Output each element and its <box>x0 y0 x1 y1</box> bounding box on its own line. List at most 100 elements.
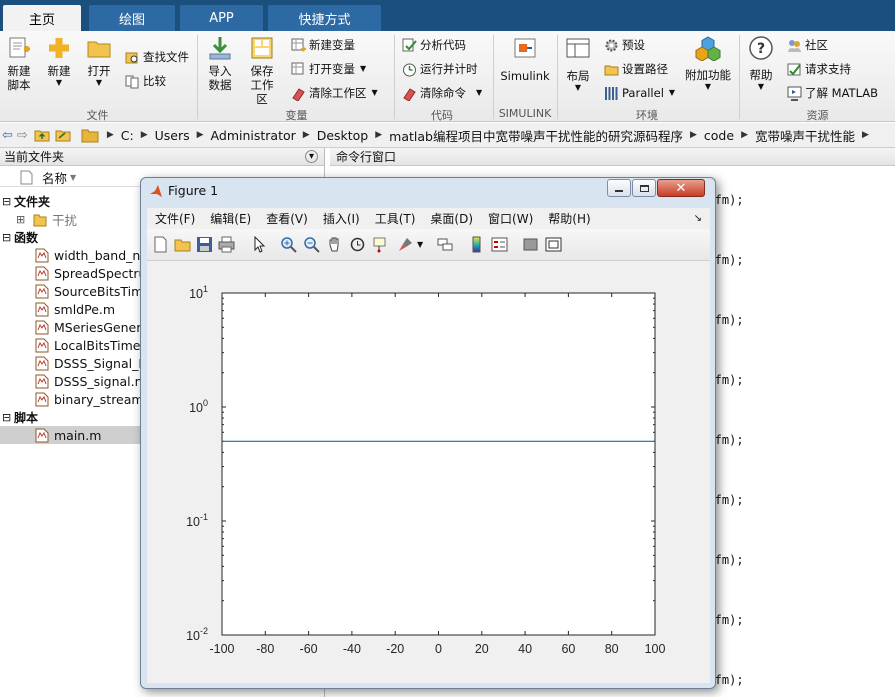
script-section-header[interactable]: ⊟ 脚本 <box>2 408 38 426</box>
list-item[interactable]: SourceBitsTime <box>35 282 151 300</box>
pan-hand-icon[interactable] <box>326 236 343 253</box>
menu-insert[interactable]: 插入(I) <box>323 210 360 227</box>
back-arrow-icon[interactable]: ⇦ <box>2 128 13 143</box>
print-icon[interactable] <box>218 236 235 253</box>
link-plot-icon[interactable] <box>437 236 454 253</box>
breadcrumb-drive[interactable]: C: <box>121 128 134 143</box>
menu-edit[interactable]: 编辑(E) <box>210 210 251 227</box>
clear-commands-button[interactable]: 清除命令 ▼ <box>402 84 482 102</box>
save-icon[interactable] <box>196 236 213 253</box>
list-item[interactable]: SpreadSpectru <box>35 264 146 282</box>
run-and-time-button[interactable]: 运行并计时 <box>402 60 478 78</box>
zoom-out-icon[interactable] <box>303 236 320 253</box>
toolstrip-ribbon: 新建 脚本 新建 ▼ 打开 ▼ 查找文件 比较 文件 导入 数据 保存 工作区 … <box>0 31 895 122</box>
compare-button[interactable]: 比较 <box>125 72 166 90</box>
brush-icon[interactable] <box>397 236 414 253</box>
breadcrumb-project[interactable]: matlab编程项目中宽带噪声干扰性能的研究源码程序 <box>389 126 683 145</box>
tab-apps[interactable]: APP <box>180 5 263 31</box>
list-item[interactable]: smldPe.m <box>35 300 115 318</box>
hide-plot-tools-icon[interactable] <box>522 236 539 253</box>
open-variable-button[interactable]: 打开变量 ▼ <box>291 60 366 78</box>
axes-plot[interactable]: -100 -80 -60 -40 -20 0 20 40 60 80 100 101 100 10-1 10… <box>147 261 710 683</box>
list-item[interactable]: binary_stream_ <box>35 390 150 408</box>
preferences-button[interactable]: 预设 <box>604 36 645 54</box>
tab-plots[interactable]: 绘图 <box>89 5 175 31</box>
analyze-code-icon <box>402 38 417 51</box>
current-folder-icon <box>81 129 99 143</box>
cursor-arrow-icon[interactable] <box>251 236 268 253</box>
tab-shortcuts[interactable]: 快捷方式 <box>268 5 381 31</box>
clear-workspace-button[interactable]: 清除工作区 ▼ <box>291 84 378 102</box>
forward-arrow-icon[interactable]: ⇨ <box>17 128 28 143</box>
ribbon-divider <box>197 35 198 119</box>
browse-folder-icon[interactable] <box>55 127 71 143</box>
legend-icon[interactable] <box>491 236 508 253</box>
panel-menu-icon[interactable]: ▾ <box>305 150 318 163</box>
community-icon <box>788 39 801 52</box>
dock-arrow-icon[interactable]: ↘ <box>694 213 702 224</box>
new-script-button[interactable]: 新建 脚本 <box>5 35 33 92</box>
data-cursor-icon[interactable] <box>372 236 389 253</box>
set-path-button[interactable]: 设置路径 <box>604 60 668 78</box>
open-button[interactable]: 打开 ▼ <box>85 35 113 88</box>
list-item[interactable]: MSeriesGenera <box>35 318 149 336</box>
menu-file[interactable]: 文件(F) <box>155 210 195 227</box>
community-button[interactable]: 社区 <box>787 36 828 54</box>
help-button[interactable]: ? 帮助 ▼ <box>746 35 776 92</box>
breadcrumb-user[interactable]: Administrator <box>211 128 296 143</box>
breadcrumb-users[interactable]: Users <box>155 128 190 143</box>
menu-desktop[interactable]: 桌面(D) <box>430 210 473 227</box>
file-name: width_band_no <box>54 247 148 263</box>
close-button[interactable]: ✕ <box>657 179 705 197</box>
up-folder-icon[interactable] <box>34 127 50 143</box>
parallel-button[interactable]: Parallel ▼ <box>604 84 675 102</box>
layout-button[interactable]: 布局 ▼ <box>563 35 593 93</box>
menu-help[interactable]: 帮助(H) <box>548 210 590 227</box>
tab-home[interactable]: 主页 <box>3 5 81 31</box>
rotate-3d-icon[interactable] <box>349 236 366 253</box>
new-variable-button[interactable]: 新建变量 <box>291 36 355 54</box>
chevron-down-icon: ▼ <box>574 83 582 92</box>
figure-window[interactable]: Figure 1 ✕ 文件(F) 编辑(E) 查看(V) 插入(I) 工具(T)… <box>140 177 716 689</box>
minimize-button[interactable] <box>607 179 631 197</box>
toolstrip-tab-bar: 主页 绘图 APP 快捷方式 <box>0 0 895 31</box>
breadcrumb-code[interactable]: code <box>704 128 734 143</box>
breadcrumb-desktop[interactable]: Desktop <box>317 128 369 143</box>
list-item[interactable]: width_band_no <box>35 246 148 264</box>
menu-window[interactable]: 窗口(W) <box>488 210 533 227</box>
list-item[interactable]: DSSS_Signal_D <box>35 354 148 372</box>
open-file-icon[interactable] <box>174 236 191 253</box>
plot-area[interactable] <box>221 292 656 636</box>
chevron-down-icon: ▼ <box>704 82 712 91</box>
group-label-file: 文件 <box>86 109 109 122</box>
new-figure-icon[interactable] <box>152 236 169 253</box>
chevron-down-icon[interactable]: ▼ <box>417 240 423 249</box>
maximize-button[interactable] <box>632 179 656 197</box>
import-data-button[interactable]: 导入 数据 <box>206 35 234 92</box>
figure-title-bar[interactable]: Figure 1 ✕ <box>141 178 715 202</box>
file-name: LocalBitsTimeS <box>54 337 149 353</box>
panel-title: 当前文件夹 <box>4 150 65 164</box>
analyze-code-button[interactable]: 分析代码 <box>402 36 466 54</box>
menu-view[interactable]: 查看(V) <box>266 210 308 227</box>
new-button[interactable]: 新建 ▼ <box>45 35 73 88</box>
name-column-label[interactable]: 名称 <box>42 168 67 187</box>
find-files-button[interactable]: 查找文件 <box>125 48 189 66</box>
learn-matlab-button[interactable]: 了解 MATLAB <box>787 84 878 102</box>
show-plot-tools-icon[interactable] <box>545 236 562 253</box>
list-item[interactable]: ⊞ 干扰 <box>16 210 77 228</box>
folder-section-header[interactable]: ⊟ 文件夹 <box>2 192 50 210</box>
colorbar-icon[interactable] <box>468 236 485 253</box>
function-section-header[interactable]: ⊟ 函数 <box>2 228 38 246</box>
simulink-button[interactable]: Simulink <box>500 35 550 83</box>
breadcrumb-current[interactable]: 宽带噪声干扰性能 <box>755 126 855 145</box>
layout-icon <box>566 38 590 58</box>
chevron-down-icon: ▼ <box>371 88 378 97</box>
menu-tools[interactable]: 工具(T) <box>375 210 416 227</box>
list-item[interactable]: DSSS_signal.m <box>35 372 147 390</box>
add-ons-button[interactable]: 附加功能 ▼ <box>683 35 733 92</box>
zoom-in-icon[interactable] <box>280 236 297 253</box>
save-workspace-button[interactable]: 保存 工作区 <box>245 35 279 106</box>
request-support-button[interactable]: 请求支持 <box>787 60 851 78</box>
list-item[interactable]: LocalBitsTimeS <box>35 336 148 354</box>
